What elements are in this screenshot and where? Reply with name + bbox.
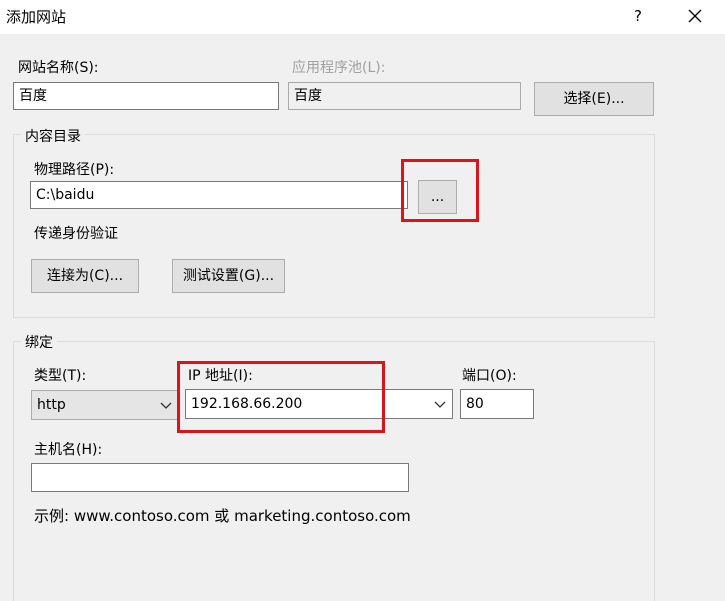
title-bar: [0, 0, 725, 34]
type-label: 类型(T):: [34, 368, 87, 384]
site-name-input[interactable]: 百度: [13, 82, 279, 110]
type-select-value: http: [37, 397, 66, 413]
app-pool-label: 应用程序池(L):: [292, 60, 386, 76]
pass-through-auth-label: 传递身份验证: [34, 226, 118, 242]
close-button[interactable]: [678, 3, 712, 29]
close-icon: [688, 9, 702, 23]
host-name-example: 示例: www.contoso.com 或 marketing.contoso.…: [34, 507, 411, 525]
host-name-input[interactable]: [31, 463, 409, 492]
help-button[interactable]: ?: [624, 3, 652, 29]
app-pool-field: 百度: [288, 82, 521, 110]
highlight-browse-box: [401, 159, 479, 222]
highlight-ip-box: [177, 361, 385, 433]
type-select[interactable]: http: [31, 390, 179, 420]
physical-path-label: 物理路径(P):: [34, 162, 115, 178]
test-settings-button[interactable]: 测试设置(G)...: [172, 259, 285, 293]
window-title: 添加网站: [6, 8, 67, 26]
chevron-down-icon: [160, 402, 172, 409]
physical-path-input[interactable]: C:\baidu: [30, 181, 408, 209]
port-input[interactable]: 80: [460, 389, 534, 419]
site-name-label: 网站名称(S):: [18, 60, 99, 76]
select-pool-button[interactable]: 选择(E)...: [534, 82, 654, 116]
binding-caption: 绑定: [21, 332, 57, 352]
connect-as-button[interactable]: 连接为(C)...: [31, 259, 139, 293]
content-directory-caption: 内容目录: [21, 126, 85, 146]
host-name-label: 主机名(H):: [34, 442, 103, 458]
port-label: 端口(O):: [462, 368, 517, 384]
chevron-down-icon: [434, 401, 446, 408]
